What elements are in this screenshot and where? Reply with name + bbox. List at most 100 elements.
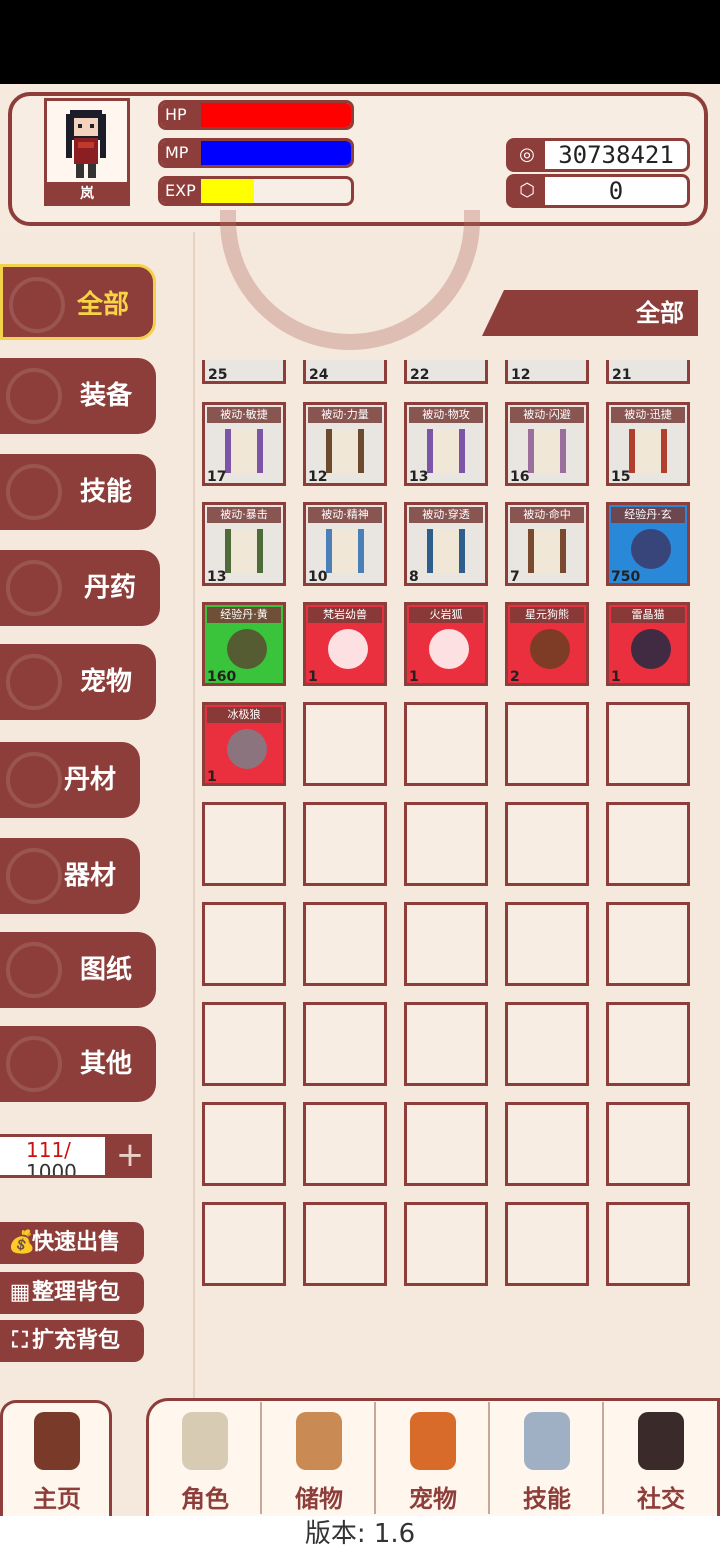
category-button[interactable]: 丹药 — [0, 550, 160, 626]
inventory-slot[interactable] — [202, 802, 286, 886]
item-name: 被动·精神 — [308, 507, 382, 523]
inventory-slot[interactable] — [404, 1102, 488, 1186]
pet-icon — [530, 629, 570, 669]
inventory-slot[interactable]: 火岩狐 1 — [404, 602, 488, 686]
inventory-slot[interactable] — [404, 1202, 488, 1286]
inventory-slot[interactable]: 12 — [505, 360, 589, 384]
inventory-slot[interactable] — [404, 702, 488, 786]
category-button[interactable]: 装备 — [0, 358, 156, 434]
item-count: 2 — [510, 669, 520, 685]
item-name: 星元狗熊 — [510, 607, 584, 623]
inventory-slot[interactable] — [303, 702, 387, 786]
inventory-slot[interactable]: 经验丹·玄 750 — [606, 502, 690, 586]
inventory-slot[interactable] — [505, 1002, 589, 1086]
inventory-slot[interactable]: 被动·敏捷 17 — [202, 402, 286, 486]
action-button[interactable]: 💰快速出售 — [0, 1222, 144, 1264]
sword-icon — [524, 1412, 570, 1470]
pet-icon — [227, 729, 267, 769]
inventory-slot[interactable] — [505, 1202, 589, 1286]
inventory-slot[interactable] — [505, 902, 589, 986]
crystal-value: 0 — [608, 177, 624, 205]
skill-scroll-icon — [427, 429, 465, 473]
inventory-slot[interactable] — [404, 902, 488, 986]
item-name: 经验丹·玄 — [611, 507, 685, 523]
inventory-slot[interactable] — [606, 1102, 690, 1186]
exp-label: EXP — [161, 179, 201, 203]
inventory-slot[interactable]: 星元狗熊 2 — [505, 602, 589, 686]
inventory-slot[interactable] — [202, 1002, 286, 1086]
nav-tab[interactable]: 角色 — [148, 1398, 262, 1516]
inventory-slot[interactable] — [505, 1102, 589, 1186]
item-count: 1 — [308, 669, 318, 685]
item-count: 13 — [207, 569, 227, 585]
inventory-slot[interactable]: 22 — [404, 360, 488, 384]
handshake-icon — [638, 1412, 684, 1470]
category-button[interactable]: 其他 — [0, 1026, 156, 1102]
action-button[interactable]: ⛶ 扩充背包 — [0, 1320, 144, 1362]
inventory-slot[interactable]: 被动·迅捷 15 — [606, 402, 690, 486]
category-button[interactable]: 宠物 — [0, 644, 156, 720]
category-button[interactable]: 图纸 — [0, 932, 156, 1008]
inventory-slot[interactable]: 24 — [303, 360, 387, 384]
inventory-slot[interactable]: 25 — [202, 360, 286, 384]
inventory-slot[interactable] — [303, 902, 387, 986]
inventory-slot[interactable] — [505, 802, 589, 886]
action-label: 扩充背包 — [32, 1328, 121, 1353]
grid-icon: ▦ — [9, 1280, 31, 1305]
item-count: 10 — [308, 569, 328, 585]
nav-tab[interactable]: 宠物 — [376, 1398, 490, 1516]
inventory-slot[interactable] — [303, 802, 387, 886]
inventory-slot[interactable] — [303, 1002, 387, 1086]
screen: 岚 HP MP EXP ◎ 30738421 ⬡ 0 全部 装备 技能 丹药 宠物 丹材器… — [0, 0, 720, 1560]
category-button[interactable]: 器材 — [0, 838, 140, 914]
expand-icon: ⛶ — [12, 1328, 28, 1353]
inventory-slot[interactable] — [606, 1202, 690, 1286]
inventory-slot[interactable]: 冰极狼 1 — [202, 702, 286, 786]
nav-tab[interactable]: 技能 — [490, 1398, 604, 1516]
inventory-slot[interactable]: 被动·穿透 8 — [404, 502, 488, 586]
inventory-slot[interactable] — [404, 802, 488, 886]
inventory-slot[interactable]: 雷晶猫 1 — [606, 602, 690, 686]
inventory-slot[interactable]: 被动·闪避 16 — [505, 402, 589, 486]
filter-label: 全部 — [636, 299, 684, 327]
inventory-slot[interactable]: 被动·命中 7 — [505, 502, 589, 586]
inventory-slot[interactable] — [303, 1202, 387, 1286]
item-name: 被动·物攻 — [409, 407, 483, 423]
inventory-slot[interactable] — [606, 1002, 690, 1086]
nav-label: 储物 — [295, 1485, 343, 1513]
filter-tab[interactable]: 全部 — [482, 290, 698, 336]
inventory-slot[interactable]: 被动·力量 12 — [303, 402, 387, 486]
inventory-slot[interactable]: 被动·物攻 13 — [404, 402, 488, 486]
category-label: 丹药 — [83, 573, 136, 603]
nav-home[interactable]: 主页 — [0, 1398, 114, 1516]
nav-tab[interactable]: 储物 — [262, 1398, 376, 1516]
category-label: 图纸 — [79, 955, 132, 985]
inventory-slot[interactable] — [606, 902, 690, 986]
expand-capacity-button[interactable]: + — [108, 1134, 152, 1178]
exp-bar: EXP — [158, 176, 354, 206]
item-name: 冰极狼 — [207, 707, 281, 723]
emblem-icon — [9, 277, 65, 333]
inventory-slot[interactable] — [202, 1202, 286, 1286]
inventory-slot[interactable] — [505, 702, 589, 786]
inventory-slot[interactable] — [606, 702, 690, 786]
inventory-slot[interactable]: 被动·暴击 13 — [202, 502, 286, 586]
inventory-slot[interactable]: 被动·精神 10 — [303, 502, 387, 586]
nav-label: 社交 — [637, 1485, 685, 1513]
action-button[interactable]: ▦整理背包 — [0, 1272, 144, 1314]
item-name: 被动·命中 — [510, 507, 584, 523]
inventory-slot[interactable] — [202, 1102, 286, 1186]
inventory-slot[interactable] — [606, 802, 690, 886]
status-bar — [0, 0, 720, 84]
category-button[interactable]: 全部 — [0, 264, 156, 340]
nav-tab[interactable]: 社交 — [604, 1398, 718, 1516]
inventory-slot[interactable] — [303, 1102, 387, 1186]
skill-scroll-icon — [528, 429, 566, 473]
inventory-slot[interactable] — [202, 902, 286, 986]
inventory-slot[interactable]: 梵岩幼兽 1 — [303, 602, 387, 686]
inventory-slot[interactable] — [404, 1002, 488, 1086]
inventory-slot[interactable]: 21 — [606, 360, 690, 384]
inventory-slot[interactable]: 经验丹·黄 160 — [202, 602, 286, 686]
category-button[interactable]: 丹材 — [0, 742, 140, 818]
category-button[interactable]: 技能 — [0, 454, 156, 530]
